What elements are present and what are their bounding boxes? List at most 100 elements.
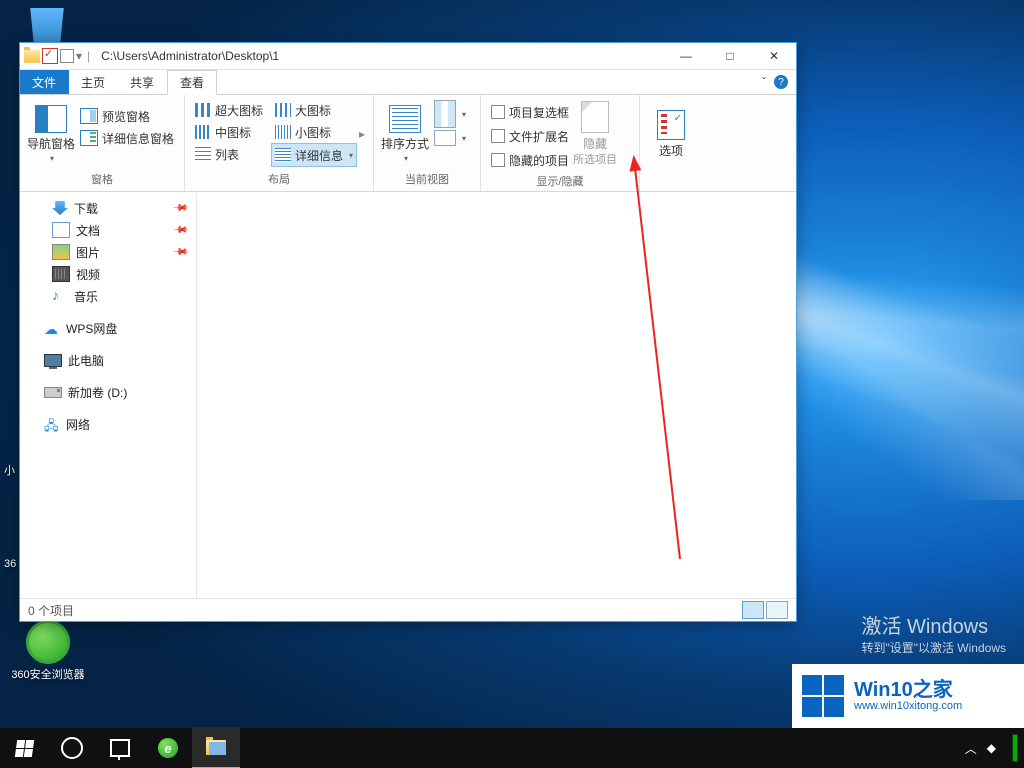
layout-details-button[interactable]: 详细信息▾ xyxy=(271,143,357,167)
status-view-details[interactable] xyxy=(742,601,764,619)
status-item-count: 0 个项目 xyxy=(28,602,74,619)
options-button[interactable]: 选项 xyxy=(646,99,696,169)
sidebar-item-downloads[interactable]: 下载📌 xyxy=(20,197,196,219)
nav-pane-label: 导航窗格 xyxy=(27,135,75,152)
videos-icon xyxy=(52,266,70,282)
layout-more-button[interactable]: ▸ xyxy=(357,127,367,141)
status-bar: 0 个项目 xyxy=(20,598,796,621)
sidebar-item-music[interactable]: ♪音乐 xyxy=(20,285,196,307)
taskview-button[interactable] xyxy=(96,728,144,768)
nav-sidebar[interactable]: 下载📌 文档📌 图片📌 视频 ♪音乐 ☁WPS网盘 此电脑 新加卷 (D:) 🖧… xyxy=(20,193,197,599)
qat-properties-icon[interactable] xyxy=(42,48,58,64)
add-columns-button[interactable]: ▾ xyxy=(430,103,470,125)
layout-l-button[interactable]: 大图标 xyxy=(271,99,357,121)
layout-s-button[interactable]: 小图标 xyxy=(271,121,357,143)
taskbar-ie-button[interactable] xyxy=(144,728,192,768)
item-checkboxes-toggle[interactable]: 项目复选框 xyxy=(487,101,573,123)
desktop-label-2: 36 xyxy=(4,558,16,570)
maximize-button[interactable]: □ xyxy=(708,43,752,69)
sidebar-item-wps[interactable]: ☁WPS网盘 xyxy=(20,317,196,339)
watermark-title: Win10之家 xyxy=(854,680,962,700)
tray-overflow-button[interactable]: ︿ xyxy=(965,740,977,757)
item-checkboxes-label: 项目复选框 xyxy=(509,104,569,121)
qat-dropdown-icon[interactable]: ▾ xyxy=(76,49,82,63)
desktop-icon-label: 360安全浏览器 xyxy=(8,666,88,682)
preview-pane-button[interactable]: 预览窗格 xyxy=(76,105,178,127)
l-icons-icon xyxy=(275,103,291,117)
sort-by-button[interactable]: 排序方式 ▾ xyxy=(380,99,430,169)
qat-newfolder-icon[interactable] xyxy=(60,49,74,63)
sidebar-item-thispc[interactable]: 此电脑 xyxy=(20,349,196,371)
ribbon: 导航窗格 ▾ 预览窗格 详细信息窗格 窗格 超大图标 中图标 列表 xyxy=(20,95,796,192)
tab-share[interactable]: 共享 xyxy=(118,70,167,94)
sidebar-item-network[interactable]: 🖧网络 xyxy=(20,413,196,435)
status-view-thumbs[interactable] xyxy=(766,601,788,619)
chevron-down-icon: ▾ xyxy=(50,154,54,163)
help-button[interactable]: ? xyxy=(774,75,788,89)
hide-icon xyxy=(581,101,609,133)
sidebar-item-label: 文档 xyxy=(76,222,100,239)
file-list-area[interactable] xyxy=(197,193,796,599)
sidebar-item-label: WPS网盘 xyxy=(66,320,117,337)
group-caption-layout: 布局 xyxy=(191,169,367,189)
content-area: 下载📌 文档📌 图片📌 视频 ♪音乐 ☁WPS网盘 此电脑 新加卷 (D:) 🖧… xyxy=(20,193,796,599)
tab-view[interactable]: 查看 xyxy=(167,70,217,95)
sort-icon xyxy=(389,105,421,133)
file-ext-label: 文件扩展名 xyxy=(509,128,569,145)
sidebar-item-drive-d[interactable]: 新加卷 (D:) xyxy=(20,381,196,403)
desktop: 小 36 360安全浏览器 ▾ | C:\Users\Administrator… xyxy=(0,0,1024,768)
sidebar-item-documents[interactable]: 文档📌 xyxy=(20,219,196,241)
layout-xl-button[interactable]: 超大图标 xyxy=(191,99,271,121)
folder-icon xyxy=(206,740,226,755)
sidebar-item-label: 音乐 xyxy=(74,288,98,305)
tab-home[interactable]: 主页 xyxy=(69,70,118,94)
sidebar-item-label: 图片 xyxy=(76,244,100,261)
layout-s-label: 小图标 xyxy=(295,124,331,141)
cortana-button[interactable] xyxy=(48,728,96,768)
activation-title: 激活 Windows xyxy=(861,610,1006,639)
hide-label: 隐藏 xyxy=(583,135,607,152)
tray-notifications-button[interactable]: ◆ xyxy=(987,741,996,755)
hidden-items-toggle[interactable]: 隐藏的项目 xyxy=(487,149,573,171)
checkbox-icon xyxy=(491,129,505,143)
details-pane-label: 详细信息窗格 xyxy=(102,130,174,147)
minimize-button[interactable]: — xyxy=(664,43,708,69)
circle-icon xyxy=(61,737,83,759)
windows-logo-icon xyxy=(802,675,844,717)
start-button[interactable] xyxy=(0,728,48,768)
sidebar-item-label: 网络 xyxy=(66,416,90,433)
tab-file[interactable]: 文件 xyxy=(20,70,69,94)
this-pc-icon xyxy=(44,354,62,367)
options-label: 选项 xyxy=(659,142,683,159)
xl-icons-icon xyxy=(195,103,211,117)
folder-icon xyxy=(24,50,40,63)
sort-label: 排序方式 xyxy=(381,135,429,152)
drive-icon xyxy=(44,387,62,398)
layout-m-button[interactable]: 中图标 xyxy=(191,121,271,143)
close-button[interactable]: ✕ xyxy=(752,43,796,69)
preview-pane-icon xyxy=(80,108,98,124)
address-path[interactable]: C:\Users\Administrator\Desktop\1 xyxy=(101,49,279,63)
columns-icon xyxy=(434,100,456,128)
explorer-window: ▾ | C:\Users\Administrator\Desktop\1 — □… xyxy=(19,42,797,622)
size-columns-button[interactable]: ▾ xyxy=(430,127,470,149)
layout-det-label: 详细信息 xyxy=(295,147,343,164)
system-tray[interactable]: ︿ ◆ xyxy=(965,734,1024,762)
hide-selected-button[interactable]: 隐藏 所选项目 xyxy=(573,99,617,169)
desktop-label-1: 小 xyxy=(4,462,15,478)
m-icons-icon xyxy=(195,125,211,139)
taskbar-explorer-button[interactable] xyxy=(192,727,240,768)
details-pane-button[interactable]: 详细信息窗格 xyxy=(76,127,178,149)
sidebar-item-pictures[interactable]: 图片📌 xyxy=(20,241,196,263)
file-ext-toggle[interactable]: 文件扩展名 xyxy=(487,125,573,147)
sidebar-item-videos[interactable]: 视频 xyxy=(20,263,196,285)
nav-pane-button[interactable]: 导航窗格 ▾ xyxy=(26,99,76,169)
titlebar[interactable]: ▾ | C:\Users\Administrator\Desktop\1 — □… xyxy=(20,43,796,70)
documents-icon xyxy=(52,222,70,238)
ribbon-collapse-button[interactable]: ˇ xyxy=(762,75,766,89)
group-caption-showhide: 显示/隐藏 xyxy=(487,171,633,191)
pin-icon: 📌 xyxy=(171,200,188,217)
layout-xl-label: 超大图标 xyxy=(215,102,263,119)
layout-list-button[interactable]: 列表 xyxy=(191,143,271,165)
desktop-icon-360browser[interactable]: 360安全浏览器 xyxy=(8,620,88,682)
